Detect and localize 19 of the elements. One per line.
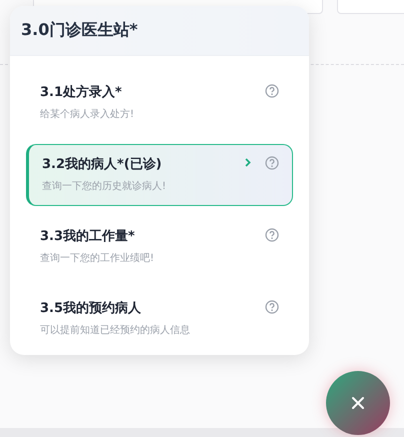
- chevron-icon: [245, 158, 251, 167]
- menu-item[interactable]: 3.1处方录入* 给某个病人录入处方!: [26, 72, 293, 134]
- close-icon: [351, 396, 365, 410]
- item-description: 可以提前知道已经预约的病人信息: [40, 324, 191, 337]
- item-title: 3.5我的预约病人: [40, 300, 142, 317]
- help-icon[interactable]: [265, 228, 279, 242]
- menu-title: 3.0门诊医生站*: [21, 20, 138, 39]
- item-description: 查询一下您的历史就诊病人!: [42, 180, 168, 193]
- item-description: 查询一下您的工作业绩吧!: [40, 252, 156, 265]
- item-title: 3.1处方录入*: [40, 84, 123, 101]
- menu-item[interactable]: 3.3我的工作量* 查询一下您的工作业绩吧!: [26, 216, 293, 278]
- item-description: 给某个病人录入处方!: [40, 108, 136, 121]
- item-title: 3.3我的工作量*: [40, 228, 136, 245]
- help-icon[interactable]: [265, 156, 279, 170]
- help-icon[interactable]: [265, 300, 279, 314]
- menu-item[interactable]: 3.2我的病人*(已诊) 查询一下您的历史就诊病人!: [26, 144, 293, 206]
- item-title: 3.2我的病人*(已诊): [42, 156, 163, 173]
- help-icon[interactable]: [265, 84, 279, 98]
- menu-item[interactable]: 3.5我的预约病人 可以提前知道已经预约的病人信息: [26, 288, 293, 350]
